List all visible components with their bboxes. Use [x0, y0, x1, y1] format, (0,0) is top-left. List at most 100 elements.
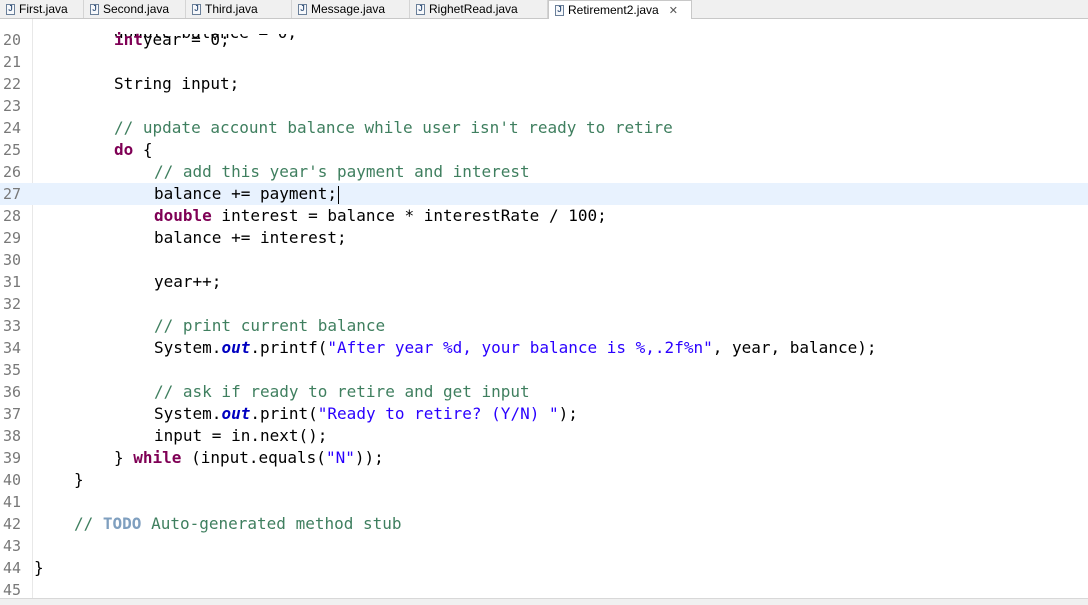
- code-token: input = in.next();: [154, 426, 328, 445]
- code-text: balance += payment;: [154, 183, 340, 205]
- code-line[interactable]: 28 double interest = balance * interestRa…: [0, 205, 1088, 227]
- code-token: ));: [354, 448, 384, 467]
- line-number: 28: [3, 207, 22, 225]
- line-number: 31: [3, 273, 22, 291]
- code-token: while: [133, 448, 182, 467]
- code-token: .printf(: [250, 338, 328, 357]
- code-token: }: [34, 558, 44, 577]
- code-text: // print current balance: [154, 315, 385, 337]
- code-line[interactable]: 33 // print current balance: [0, 315, 1088, 337]
- tab-message-java[interactable]: J Message.java: [292, 0, 410, 18]
- code-token: // ask if ready to retire and get input: [154, 382, 530, 401]
- line-number: 30: [3, 251, 22, 269]
- code-line[interactable]: 27 balance += payment;: [0, 183, 1088, 205]
- java-file-icon: J: [416, 3, 425, 15]
- code-token: (input.equals(: [181, 448, 326, 467]
- close-icon[interactable]: ✕: [669, 4, 678, 17]
- code-text: System.out.printf("After year %d, your b…: [154, 337, 876, 359]
- code-token: }: [74, 470, 84, 489]
- code-token: System.: [154, 404, 222, 423]
- line-number: 27: [3, 185, 22, 203]
- code-line[interactable]: 37 System.out.print("Ready to retire? (Y/…: [0, 403, 1088, 425]
- code-line[interactable]: 22 String input;: [0, 73, 1088, 95]
- code-text: // add this year's payment and interest: [154, 161, 530, 183]
- tab-first-java[interactable]: J First.java: [0, 0, 84, 18]
- code-line[interactable]: 24 // update account balance while user i…: [0, 117, 1088, 139]
- line-number: 34: [3, 339, 22, 357]
- tab-label: Message.java: [311, 2, 386, 16]
- line-number: 37: [3, 405, 22, 423]
- line-number: 24: [3, 119, 22, 137]
- code-line[interactable]: 20 intyear = 0;: [0, 29, 1088, 51]
- tab-label: Third.java: [205, 2, 258, 16]
- code-token: // update account balance while user isn…: [114, 118, 673, 137]
- java-file-icon: J: [6, 3, 15, 15]
- code-token: // add this year's payment and interest: [154, 162, 530, 181]
- code-line[interactable]: 29 balance += interest;: [0, 227, 1088, 249]
- line-number: 40: [3, 471, 22, 489]
- code-token: do: [114, 140, 134, 159]
- code-line[interactable]: 31 year++;: [0, 271, 1088, 293]
- line-number: 35: [3, 361, 22, 379]
- tab-retirement2-java[interactable]: J Retirement2.java ✕: [548, 0, 692, 19]
- text-caret: [338, 185, 340, 204]
- code-text: year++;: [154, 271, 221, 293]
- tab-label: Second.java: [103, 2, 170, 16]
- code-editor[interactable]: double balance = 0; 20intyear = 0;2122St…: [0, 19, 1088, 604]
- code-token: "N": [325, 448, 355, 467]
- code-token: );: [558, 404, 578, 423]
- code-line[interactable]: 42 // TODO Auto-generated method stub: [0, 513, 1088, 535]
- code-token: int: [114, 30, 143, 49]
- code-line[interactable]: 43: [0, 535, 1088, 557]
- code-line[interactable]: 39} while (input.equals("N"));: [0, 447, 1088, 469]
- line-number: 36: [3, 383, 22, 401]
- code-token: {: [133, 140, 153, 159]
- line-number: 29: [3, 229, 22, 247]
- code-line[interactable]: 41: [0, 491, 1088, 513]
- java-file-icon: J: [192, 3, 201, 15]
- code-line[interactable]: 32: [0, 293, 1088, 315]
- code-line[interactable]: 38 input = in.next();: [0, 425, 1088, 447]
- code-line[interactable]: 44}: [0, 557, 1088, 579]
- tab-second-java[interactable]: J Second.java: [84, 0, 186, 18]
- code-line[interactable]: 25 do {: [0, 139, 1088, 161]
- code-token: }: [114, 448, 134, 467]
- code-token: // print current balance: [154, 316, 386, 335]
- code-text: // ask if ready to retire and get input: [154, 381, 530, 403]
- editor-tab-bar: J First.java J Second.java J Third.java J Messa…: [0, 0, 1088, 19]
- line-number: 42: [3, 515, 22, 533]
- line-number: 25: [3, 141, 22, 159]
- code-token: //: [74, 514, 103, 533]
- code-line[interactable]: 34 System.out.printf("After year %d, your…: [0, 337, 1088, 359]
- code-line[interactable]: 40}: [0, 469, 1088, 491]
- code-text: balance += interest;: [154, 227, 347, 249]
- code-token: double: [154, 206, 212, 225]
- code-line[interactable]: 21: [0, 51, 1088, 73]
- line-number: 32: [3, 295, 22, 313]
- code-token: out: [221, 338, 251, 357]
- line-number: 26: [3, 163, 22, 181]
- java-file-icon: J: [555, 4, 564, 16]
- tab-third-java[interactable]: J Third.java: [186, 0, 292, 18]
- code-token: year = 0;: [142, 30, 230, 49]
- tab-righetread-java[interactable]: J RighetRead.java: [410, 0, 548, 18]
- tab-label: Retirement2.java: [568, 3, 659, 17]
- code-line[interactable]: 26 // add this year's payment and interes…: [0, 161, 1088, 183]
- code-token: balance += payment;: [154, 184, 338, 203]
- code-line[interactable]: 30: [0, 249, 1088, 271]
- line-number: 21: [3, 53, 22, 71]
- code-text: do {: [114, 139, 153, 161]
- code-text: System.out.print("Ready to retire? (Y/N)…: [154, 403, 578, 425]
- code-line[interactable]: 35: [0, 359, 1088, 381]
- line-number: 20: [3, 31, 22, 49]
- code-line[interactable]: 23: [0, 95, 1088, 117]
- tab-label: First.java: [19, 2, 68, 16]
- java-file-icon: J: [90, 3, 99, 15]
- line-number: 33: [3, 317, 22, 335]
- code-text: double interest = balance * interestRate…: [154, 205, 607, 227]
- code-line[interactable]: 36 // ask if ready to retire and get inpu…: [0, 381, 1088, 403]
- code-token: "After year %d, your balance is %,.2f%n": [327, 338, 713, 357]
- code-text: }: [74, 469, 84, 491]
- code-token: "Ready to retire? (Y/N) ": [317, 404, 559, 423]
- code-token: balance += interest;: [154, 228, 347, 247]
